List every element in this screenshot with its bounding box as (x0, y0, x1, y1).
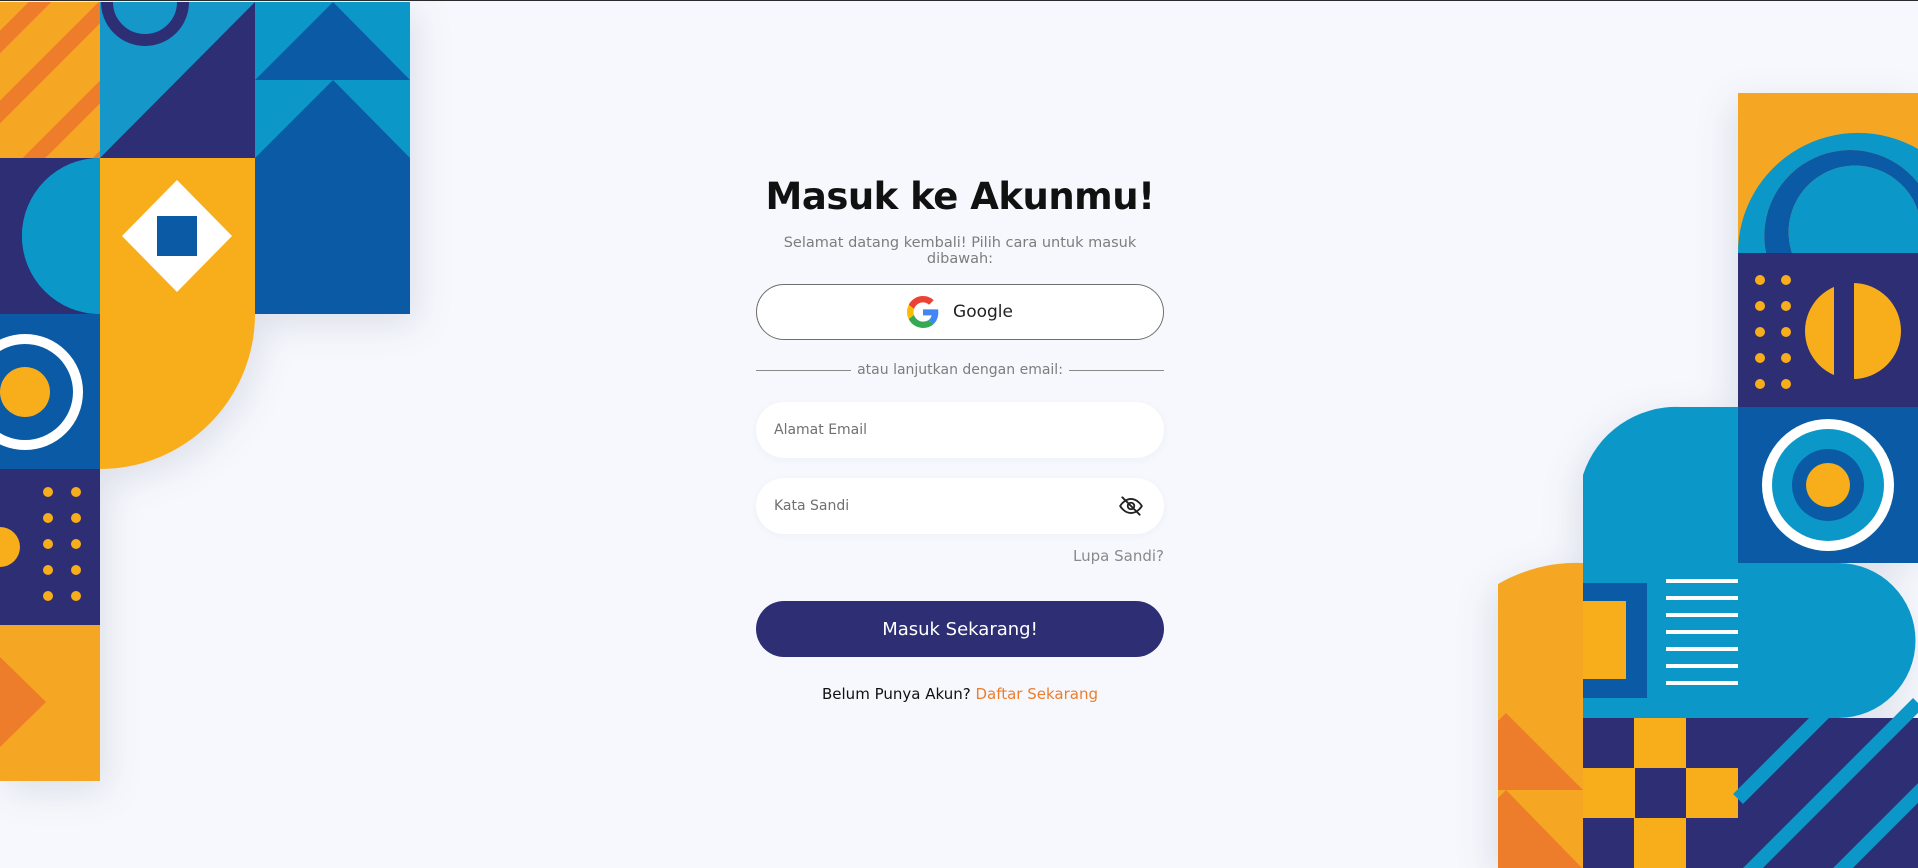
email-field-wrapper (756, 402, 1164, 458)
divider-line-right (1068, 369, 1165, 371)
google-login-button[interactable]: Google (756, 284, 1164, 340)
password-input[interactable] (772, 497, 1118, 515)
login-subtitle: Selamat datang kembali! Pilih cara untuk… (783, 235, 1137, 267)
right-decorative-pattern (1498, 93, 1918, 868)
email-input[interactable] (772, 421, 1144, 439)
register-prompt: Belum Punya Akun? (822, 685, 971, 703)
divider-line-left (756, 369, 852, 371)
password-field-wrapper (756, 478, 1164, 534)
login-form: Masuk ke Akunmu! Selamat datang kembali!… (756, 169, 1165, 703)
forgot-password-link[interactable]: Lupa Sandi? (1073, 547, 1164, 565)
forgot-row: Lupa Sandi? (756, 546, 1164, 565)
divider: atau lanjutkan dengan email: (756, 362, 1165, 378)
google-button-label: Google (953, 302, 1013, 322)
page-title: Masuk ke Akunmu! (765, 175, 1155, 218)
login-submit-button[interactable]: Masuk Sekarang! (756, 601, 1164, 657)
google-logo-icon (907, 296, 939, 328)
register-link[interactable]: Daftar Sekarang (975, 685, 1098, 703)
register-row: Belum Punya Akun? Daftar Sekarang (756, 685, 1164, 703)
left-decorative-pattern (0, 2, 410, 781)
divider-text: atau lanjutkan dengan email: (857, 362, 1063, 378)
eye-slash-icon[interactable] (1118, 493, 1144, 519)
